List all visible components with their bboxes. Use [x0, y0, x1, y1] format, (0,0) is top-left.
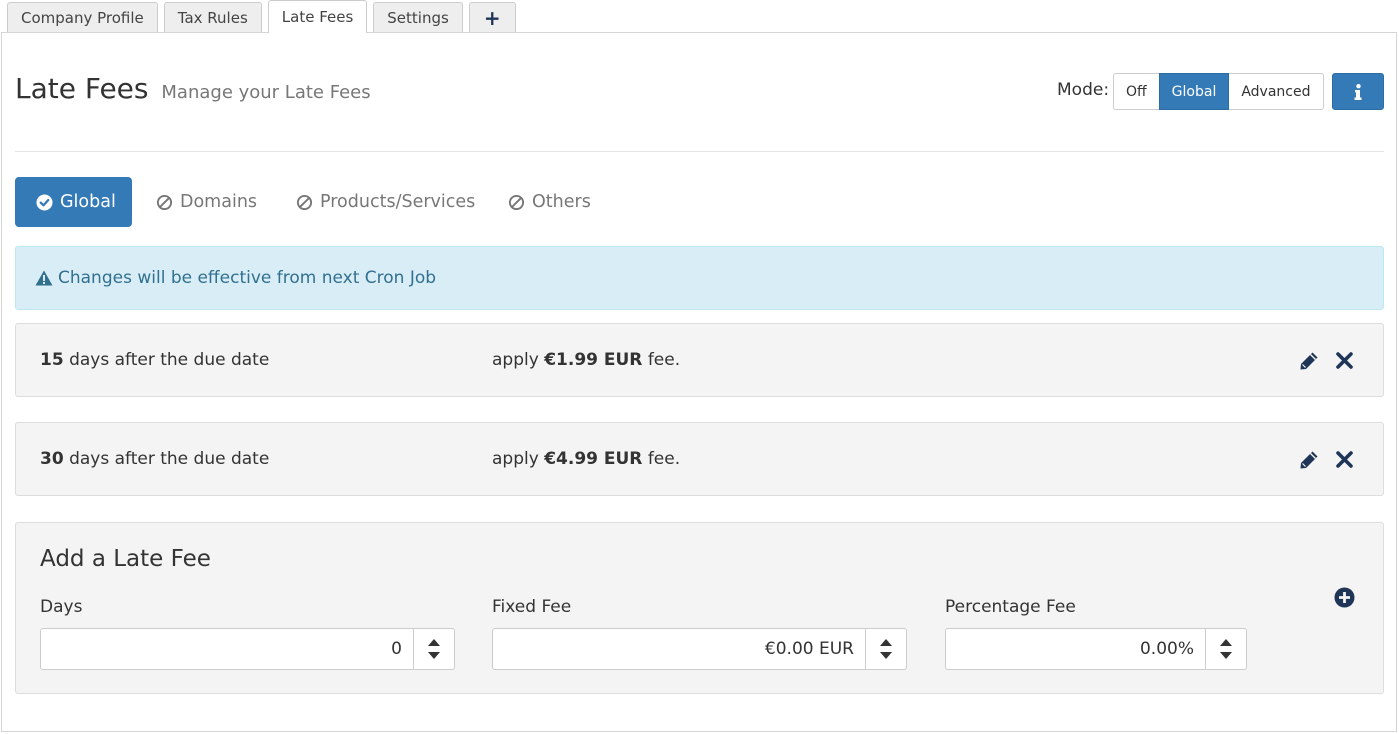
close-icon [1336, 352, 1353, 369]
mode-advanced-button[interactable]: Advanced [1228, 73, 1324, 110]
subnav-label: Domains [180, 192, 258, 212]
fee-days-value: 30 [40, 449, 64, 469]
mode-global-button[interactable]: Global [1158, 73, 1230, 110]
fee-amount: €4.99 EUR [544, 449, 643, 469]
plus-circle-icon [1334, 587, 1355, 608]
subnav-label: Others [532, 192, 591, 212]
percentage-fee-stepper-arrows[interactable] [1205, 629, 1246, 669]
fee-amount: €1.99 EUR [544, 350, 643, 370]
days-stepper-arrows[interactable] [413, 629, 454, 669]
add-late-fee-title: Add a Late Fee [40, 546, 211, 572]
edit-fee-button[interactable] [1299, 450, 1319, 475]
top-tab-bar: Company Profile Tax Rules Late Fees Sett… [7, 0, 522, 33]
fee-row: 15 days after the due date apply €1.99 E… [15, 323, 1384, 397]
fee-days-value: 15 [40, 350, 64, 370]
days-stepper [40, 628, 455, 670]
fee-apply-prefix: apply [492, 350, 539, 370]
tab-tax-rules[interactable]: Tax Rules [163, 2, 262, 33]
days-input[interactable] [41, 629, 413, 669]
subnav-label: Global [60, 192, 116, 212]
header-divider [15, 151, 1384, 152]
caret-up-icon [880, 639, 892, 646]
percentage-fee-stepper [945, 628, 1247, 670]
subnav-others[interactable]: Others [508, 177, 591, 227]
info-alert: Changes will be effective from next Cron… [15, 246, 1384, 310]
days-label: Days [40, 597, 83, 617]
pencil-icon [1300, 352, 1318, 370]
percentage-fee-input[interactable] [946, 629, 1205, 669]
info-button[interactable] [1332, 73, 1384, 110]
fixed-fee-stepper-arrows[interactable] [865, 629, 906, 669]
alert-text: Changes will be effective from next Cron… [58, 268, 437, 288]
fee-apply-suffix: fee. [647, 449, 681, 469]
mode-toggle-group: Off Global Advanced [1113, 73, 1324, 110]
pencil-icon [1300, 451, 1318, 469]
close-icon [1336, 451, 1353, 468]
fee-apply: apply €1.99 EUR fee. [492, 350, 680, 370]
page-title-text: Late Fees [15, 72, 149, 105]
subnav-domains[interactable]: Domains [156, 177, 257, 227]
fee-apply-suffix: fee. [647, 350, 681, 370]
ban-icon [296, 194, 313, 211]
mode-off-button[interactable]: Off [1113, 73, 1160, 110]
fee-apply-prefix: apply [492, 449, 539, 469]
delete-fee-button[interactable] [1336, 451, 1353, 473]
warning-icon [35, 270, 53, 286]
subnav-products-services[interactable]: Products/Services [296, 177, 475, 227]
ban-icon [508, 194, 525, 211]
info-icon [1354, 83, 1362, 100]
page-title: Late Fees Manage your Late Fees [15, 72, 371, 105]
caret-up-icon [1220, 639, 1232, 646]
tab-company-profile[interactable]: Company Profile [7, 2, 158, 33]
subnav-global[interactable]: Global [15, 177, 132, 227]
check-circle-icon [36, 193, 53, 211]
fee-apply: apply €4.99 EUR fee. [492, 449, 680, 469]
mode-label: Mode: [1057, 80, 1110, 100]
tab-late-fees[interactable]: Late Fees [267, 0, 368, 33]
caret-up-icon [428, 639, 440, 646]
subnav-label: Products/Services [320, 192, 476, 212]
fixed-fee-label: Fixed Fee [492, 597, 572, 617]
caret-down-icon [880, 652, 892, 659]
add-tab-button[interactable]: + [468, 2, 516, 33]
caret-down-icon [428, 652, 440, 659]
fee-days: 30 days after the due date [40, 449, 269, 469]
ban-icon [156, 194, 173, 211]
add-late-fee-panel: Add a Late Fee Days Fixed Fee Percentage… [15, 522, 1384, 694]
delete-fee-button[interactable] [1336, 352, 1353, 374]
fee-days: 15 days after the due date [40, 350, 269, 370]
fee-days-text: days after the due date [69, 449, 270, 469]
caret-down-icon [1220, 652, 1232, 659]
fee-row: 30 days after the due date apply €4.99 E… [15, 422, 1384, 496]
percentage-fee-label: Percentage Fee [945, 597, 1076, 617]
edit-fee-button[interactable] [1299, 351, 1319, 376]
fixed-fee-input[interactable] [493, 629, 865, 669]
tab-settings[interactable]: Settings [373, 2, 463, 33]
page-subtitle: Manage your Late Fees [161, 82, 371, 103]
fixed-fee-stepper [492, 628, 907, 670]
fee-days-text: days after the due date [69, 350, 270, 370]
add-fee-button[interactable] [1334, 587, 1355, 612]
